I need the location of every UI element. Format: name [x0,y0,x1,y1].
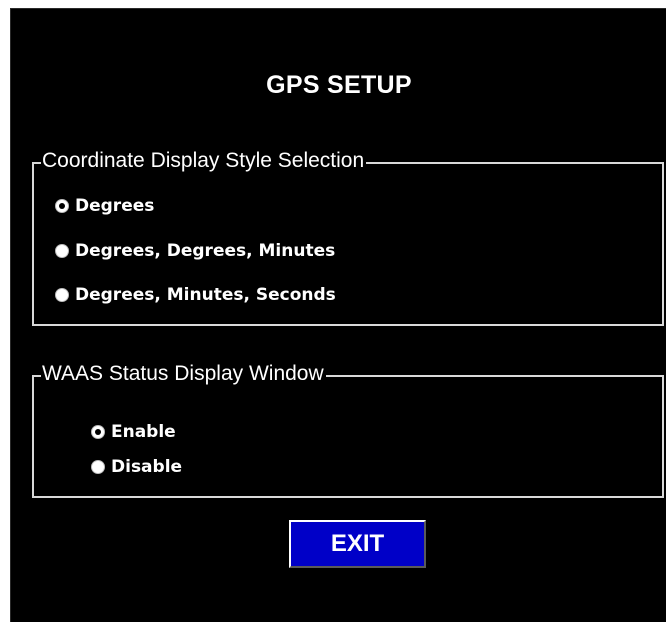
radio-button-icon[interactable] [55,199,69,213]
page-title: GPS SETUP [266,71,412,99]
radio-button-icon[interactable] [91,460,105,474]
radio-option-label: Degrees, Degrees, Minutes [75,241,336,261]
radio-option-label: Disable [111,457,183,477]
radio-button-icon[interactable] [91,425,105,439]
radio-option-degrees-minutes-seconds[interactable]: Degrees, Minutes, Seconds [55,285,336,305]
radio-option-enable[interactable]: Enable [91,422,176,442]
radio-option-label: Degrees, Minutes, Seconds [75,285,336,305]
waas-group-legend: WAAS Status Display Window [41,362,326,386]
radio-button-icon[interactable] [55,288,69,302]
gps-setup-screen: GPS SETUP Coordinate Display Style Selec… [10,8,666,622]
radio-option-degrees-degrees-minutes[interactable]: Degrees, Degrees, Minutes [55,241,335,261]
radio-option-degrees[interactable]: Degrees [55,196,154,216]
radio-option-label: Enable [111,422,176,442]
radio-option-disable[interactable]: Disable [91,457,182,477]
coordinate-group-legend: Coordinate Display Style Selection [41,149,367,173]
waas-status-display-group: WAAS Status Display Window Enable Disabl… [32,362,664,498]
radio-option-label: Degrees [75,196,155,216]
radio-button-icon[interactable] [55,244,69,258]
exit-button[interactable]: EXIT [289,520,426,568]
coordinate-display-style-group: Coordinate Display Style Selection Degre… [32,149,664,326]
